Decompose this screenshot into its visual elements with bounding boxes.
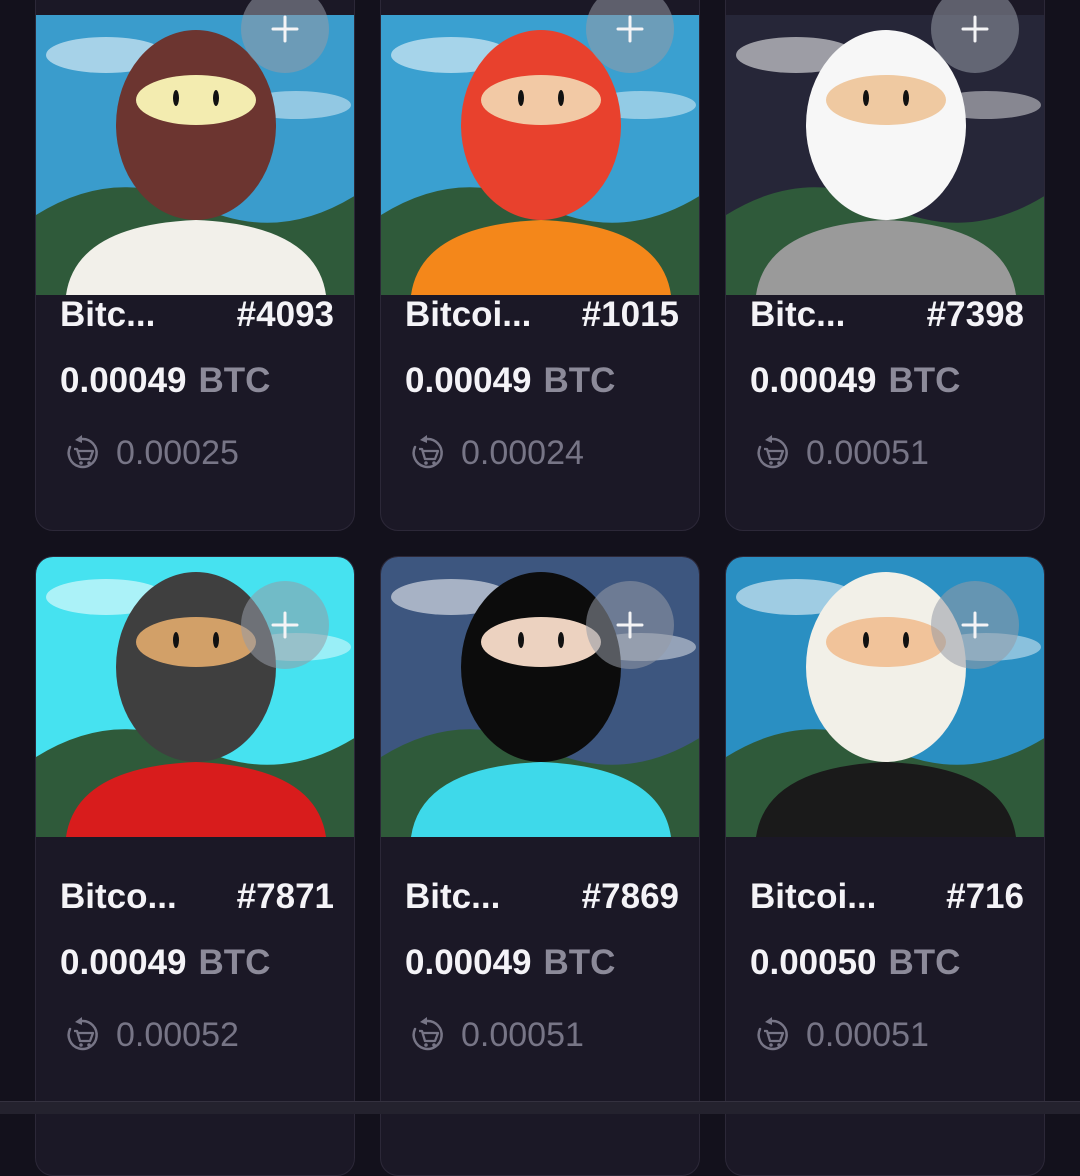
- nft-collection-name: Bitc...: [750, 295, 846, 334]
- cart-refresh-icon: [407, 433, 447, 473]
- last-sale-price: 0.00051: [806, 433, 929, 472]
- price-currency: BTC: [198, 943, 271, 982]
- nft-card[interactable]: Bitc... #7398 0.00049 BTC 0.00051: [725, 0, 1045, 531]
- price-currency: BTC: [543, 943, 616, 982]
- nft-number: #7869: [581, 877, 679, 916]
- nft-card[interactable]: Bitcoi... #1015 0.00049 BTC 0.00024: [380, 0, 700, 531]
- cart-refresh-icon: [407, 1015, 447, 1055]
- plus-icon: [961, 15, 989, 43]
- cart-refresh-icon: [62, 1015, 102, 1055]
- nft-collection-name: Bitcoi...: [750, 877, 877, 916]
- nft-number: #7398: [926, 295, 1024, 334]
- nft-collection-name: Bitcoi...: [405, 295, 532, 334]
- nft-card[interactable]: Bitcoi... #716 0.00050 BTC 0.00051: [725, 556, 1045, 1176]
- nft-price: 0.00049: [405, 361, 532, 400]
- nft-price: 0.00050: [750, 943, 877, 982]
- last-sale-price: 0.00025: [116, 433, 239, 472]
- last-sale-price: 0.00052: [116, 1015, 239, 1054]
- add-to-cart-button[interactable]: [241, 581, 329, 669]
- nft-collection-name: Bitco...: [60, 877, 177, 916]
- last-sale-price: 0.00051: [461, 1015, 584, 1054]
- nft-card[interactable]: Bitc... #7869 0.00049 BTC 0.00051: [380, 556, 700, 1176]
- nft-number: #4093: [236, 295, 334, 334]
- cart-refresh-icon: [752, 433, 792, 473]
- last-sale-price: 0.00051: [806, 1015, 929, 1054]
- price-currency: BTC: [888, 361, 961, 400]
- nft-price: 0.00049: [60, 943, 187, 982]
- nft-collection-name: Bitc...: [60, 295, 156, 334]
- last-sale-price: 0.00024: [461, 433, 584, 472]
- plus-icon: [616, 611, 644, 639]
- nft-number: #1015: [581, 295, 679, 334]
- nft-price: 0.00049: [405, 943, 532, 982]
- plus-icon: [616, 15, 644, 43]
- add-to-cart-button[interactable]: [586, 581, 674, 669]
- price-currency: BTC: [543, 361, 616, 400]
- plus-icon: [961, 611, 989, 639]
- plus-icon: [271, 15, 299, 43]
- cart-refresh-icon: [752, 1015, 792, 1055]
- plus-icon: [271, 611, 299, 639]
- add-to-cart-button[interactable]: [931, 581, 1019, 669]
- nft-price: 0.00049: [60, 361, 187, 400]
- nft-card[interactable]: Bitco... #7871 0.00049 BTC 0.00052: [35, 556, 355, 1176]
- cart-refresh-icon: [62, 433, 102, 473]
- bottom-edge: [0, 1101, 1080, 1114]
- nft-card[interactable]: Bitc... #4093 0.00049 BTC 0.00025: [35, 0, 355, 531]
- price-currency: BTC: [198, 361, 271, 400]
- nft-collection-name: Bitc...: [405, 877, 501, 916]
- nft-number: #716: [946, 877, 1024, 916]
- nft-price: 0.00049: [750, 361, 877, 400]
- price-currency: BTC: [888, 943, 961, 982]
- listing-grid: Bitc... #4093 0.00049 BTC 0.00025 Bitcoi..…: [0, 0, 1080, 1176]
- nft-number: #7871: [236, 877, 334, 916]
